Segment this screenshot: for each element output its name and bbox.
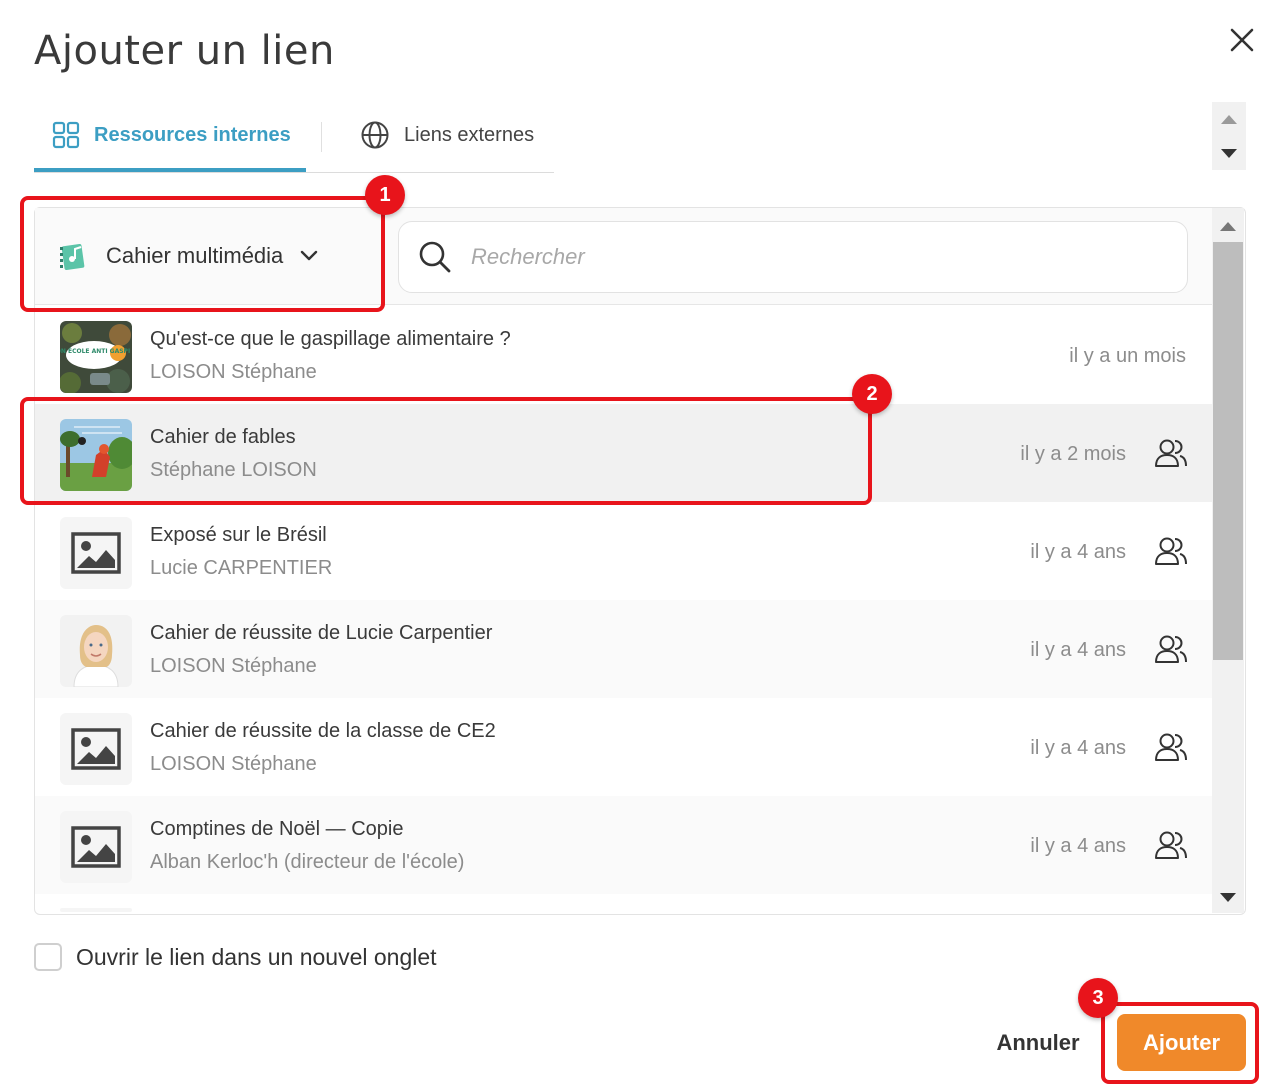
globe-icon (361, 121, 389, 149)
list-item[interactable] (35, 894, 1212, 912)
item-author: LOISON Stéphane (150, 753, 317, 775)
tab-scroll-control[interactable] (1212, 102, 1246, 170)
item-thumbnail: MON ÉCOLE ANTI GASPI (60, 321, 132, 393)
dialog-title: Ajouter un lien (34, 28, 335, 74)
list-item[interactable]: Cahier de fables Stéphane LOISON il y a … (35, 404, 1212, 502)
item-date: il y a 4 ans (1030, 639, 1126, 661)
scrollbar-thumb[interactable] (1213, 242, 1243, 660)
shared-users-icon (1155, 831, 1187, 859)
list-item[interactable]: Comptines de Noël — Copie Alban Kerloc'h… (35, 796, 1212, 894)
item-date: il y a 2 mois (1020, 443, 1126, 465)
item-author: LOISON Stéphane (150, 655, 317, 677)
chevron-down-icon (301, 250, 318, 261)
image-placeholder-icon (71, 532, 121, 574)
item-thumbnail (60, 517, 132, 589)
resource-type-dropdown[interactable]: Cahier multimédia (38, 210, 376, 302)
item-title: Cahier de fables (150, 426, 296, 448)
item-thumbnail (60, 419, 132, 491)
shared-users-icon (1155, 733, 1187, 761)
list-item[interactable]: Cahier de réussite de Lucie Carpentier L… (35, 600, 1212, 698)
list-item[interactable]: MON ÉCOLE ANTI GASPI Qu'est-ce que le ga… (35, 306, 1212, 404)
item-author: Alban Kerloc'h (directeur de l'école) (150, 851, 465, 873)
close-button[interactable] (1226, 24, 1258, 56)
item-author: Stéphane LOISON (150, 459, 317, 481)
tab-external-links[interactable]: Liens externes (358, 102, 554, 168)
list-item[interactable]: Exposé sur le Brésil Lucie CARPENTIER il… (35, 502, 1212, 600)
tab-internal-resources[interactable]: Ressources internes (34, 102, 306, 172)
item-thumbnail (60, 713, 132, 785)
item-title: Exposé sur le Brésil (150, 524, 327, 546)
item-thumbnail (60, 908, 132, 912)
shared-users-icon (1155, 635, 1187, 663)
annotation-badge-2: 2 (852, 374, 892, 414)
item-title: Comptines de Noël — Copie (150, 818, 404, 840)
search-icon (419, 241, 451, 273)
scroll-up-icon[interactable] (1221, 115, 1237, 124)
item-author: LOISON Stéphane (150, 361, 317, 383)
thumbnail-caption: MON ÉCOLE ANTI GASPI (60, 347, 130, 355)
dropdown-label: Cahier multimédia (106, 243, 284, 268)
tab-label: Liens externes (404, 123, 535, 146)
tab-label: Ressources internes (94, 123, 291, 146)
item-title: Cahier de réussite de Lucie Carpentier (150, 622, 493, 644)
shared-users-icon (1155, 439, 1187, 467)
add-button[interactable]: Ajouter (1117, 1014, 1246, 1071)
close-icon (1230, 28, 1254, 52)
item-thumbnail (60, 615, 132, 687)
scroll-down-icon[interactable] (1220, 893, 1236, 902)
item-date: il y a 4 ans (1030, 737, 1126, 759)
item-title: Cahier de réussite de la classe de CE2 (150, 720, 496, 742)
item-date: il y a un mois (1069, 345, 1186, 367)
open-new-tab-checkbox[interactable] (34, 943, 62, 971)
open-new-tab-label: Ouvrir le lien dans un nouvel onglet (76, 944, 437, 970)
item-author: Lucie CARPENTIER (150, 557, 333, 579)
multimedia-notebook-icon (60, 243, 85, 271)
item-date: il y a 4 ans (1030, 541, 1126, 563)
item-thumbnail (60, 811, 132, 883)
tab-divider (321, 122, 322, 152)
list-item[interactable]: Cahier de réussite de la classe de CE2 L… (35, 698, 1212, 796)
shared-users-icon (1155, 537, 1187, 565)
scroll-up-icon[interactable] (1220, 222, 1236, 231)
cancel-button[interactable]: Annuler (990, 1018, 1086, 1068)
annotation-badge-1: 1 (365, 175, 405, 215)
search-box[interactable] (398, 221, 1188, 293)
image-placeholder-icon (71, 728, 121, 770)
item-title: Qu'est-ce que le gaspillage alimentaire … (150, 328, 511, 350)
scroll-down-icon[interactable] (1221, 149, 1237, 158)
image-placeholder-icon (71, 826, 121, 868)
annotation-badge-3: 3 (1078, 978, 1118, 1018)
grid-icon (52, 121, 80, 149)
search-input[interactable] (469, 243, 1153, 271)
item-date: il y a 4 ans (1030, 835, 1126, 857)
